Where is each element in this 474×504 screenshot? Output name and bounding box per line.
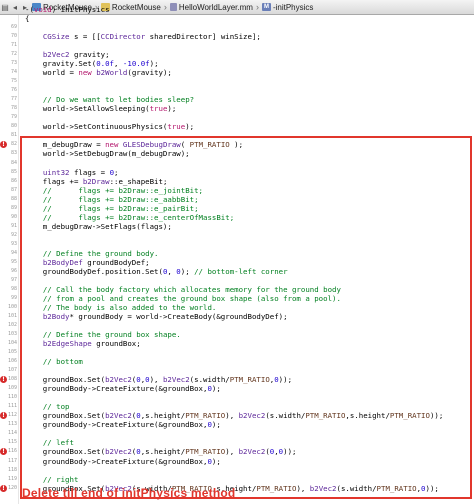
annotation-caption: Delete till end of initPhysics method (22, 486, 236, 500)
line-number: 74 (10, 69, 17, 76)
code-text: CGSize s = [[CCDirector sharedDirector] … (42, 32, 261, 42)
line-number: 84 (10, 159, 17, 166)
line-number: 69 (10, 24, 17, 31)
line-number: 98 (10, 285, 17, 292)
line-number: 92 (10, 231, 17, 238)
line-number: 73 (10, 60, 17, 67)
line-number: 109 (7, 385, 17, 392)
line-number: 115 (7, 439, 17, 446)
code-text: { (25, 14, 30, 24)
line-number: 79 (10, 114, 17, 121)
line-number: 76 (10, 87, 17, 94)
line-number: 90 (10, 213, 17, 220)
line-number: 107 (7, 367, 17, 374)
code-line[interactable]: 74 world = new b2World(gravity); (0, 68, 474, 77)
line-number: 77 (10, 96, 17, 103)
line-number: 78 (10, 105, 17, 112)
code-line[interactable]: { (0, 14, 474, 23)
error-icon[interactable]: ! (0, 484, 7, 492)
line-number: 95 (10, 258, 17, 265)
code-text: b2Vec2 gravity; (42, 50, 110, 60)
line-number: 117 (7, 457, 17, 464)
code-line[interactable]: 69 (0, 23, 474, 32)
line-number: 83 (10, 150, 17, 157)
code-text: gravity.Set(0.0f, -10.0f); (25, 59, 159, 69)
line-number: 86 (10, 177, 17, 184)
line-number: 101 (7, 313, 17, 320)
code-line[interactable]: 72 b2Vec2 gravity; (0, 50, 474, 59)
line-number: 119 (7, 475, 17, 482)
code-text: world = new b2World(gravity); (25, 68, 172, 78)
line-number: 87 (10, 186, 17, 193)
code-line[interactable]: 76 (0, 86, 474, 95)
line-number: 96 (10, 267, 17, 274)
highlight-box (20, 136, 472, 499)
line-number: 105 (7, 349, 17, 356)
line-number: 81 (10, 132, 17, 139)
code-line[interactable]: 77 // Do we want to let bodies sleep? (0, 95, 474, 104)
code-line[interactable]: 70 CGSize s = [[CCDirector sharedDirecto… (0, 32, 474, 41)
line-number: 99 (10, 294, 17, 301)
line-number: 89 (10, 204, 17, 211)
code-text: world->SetContinuousPhysics(true); (25, 122, 195, 132)
code-text: // Do we want to let bodies sleep? (42, 95, 195, 105)
line-number: 106 (7, 358, 17, 365)
code-line[interactable]: 78 world->SetAllowSleeping(true); (0, 104, 474, 113)
code-line[interactable]: -(void) initPhysics (0, 5, 474, 14)
line-number: 118 (7, 466, 17, 473)
code-text: world->SetAllowSleeping(true); (25, 104, 177, 114)
line-number: 111 (7, 403, 17, 410)
line-number: 72 (10, 51, 17, 58)
code-line[interactable]: 75 (0, 77, 474, 86)
line-number: 103 (7, 331, 17, 338)
line-number: 100 (7, 303, 17, 310)
line-number: 91 (10, 222, 17, 229)
line-number: 85 (10, 168, 17, 175)
code-text: -(void) initPhysics (25, 5, 110, 14)
code-line[interactable]: 80 world->SetContinuousPhysics(true); (0, 122, 474, 131)
line-number: 80 (10, 123, 17, 130)
line-number: 93 (10, 240, 17, 247)
line-number: 113 (7, 421, 17, 428)
line-number: 97 (10, 276, 17, 283)
line-number: 110 (7, 394, 17, 401)
line-number: 104 (7, 340, 17, 347)
line-number: 102 (7, 322, 17, 329)
line-number: 88 (10, 195, 17, 202)
code-line[interactable]: 73 gravity.Set(0.0f, -10.0f); (0, 59, 474, 68)
line-number: 114 (7, 430, 17, 437)
code-line[interactable]: 79 (0, 113, 474, 122)
line-number: 71 (10, 42, 17, 49)
line-number: 70 (10, 33, 17, 40)
line-number: 94 (10, 249, 17, 256)
line-number: 75 (10, 78, 17, 85)
code-line[interactable]: 71 (0, 41, 474, 50)
